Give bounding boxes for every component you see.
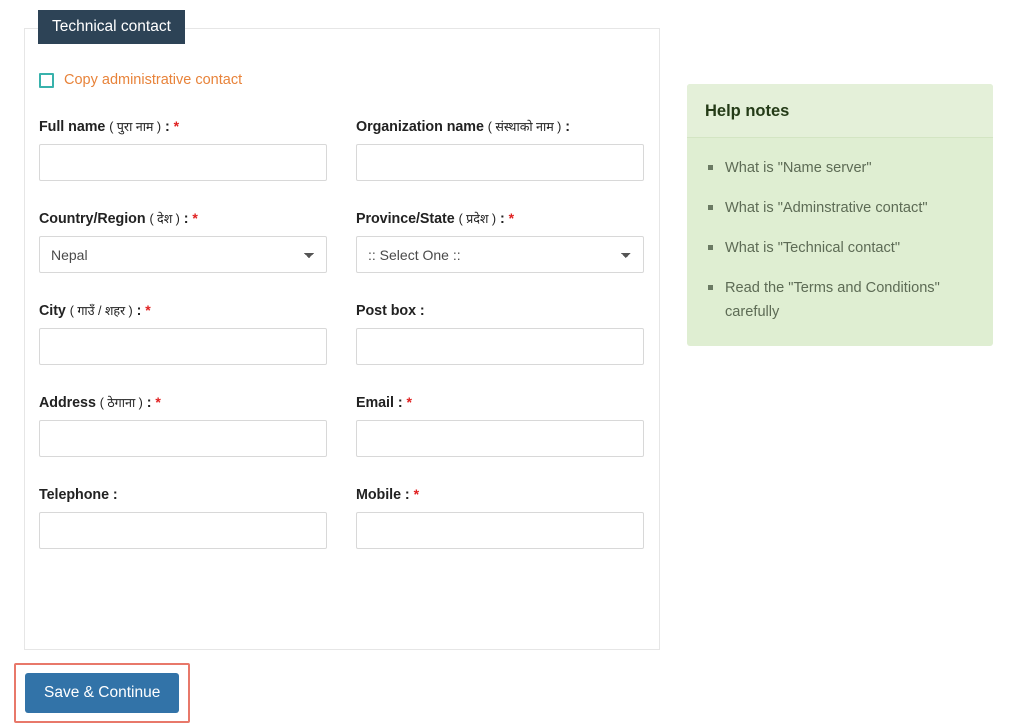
mobile-input[interactable] [356, 512, 644, 549]
full-name-required-mark: * [173, 118, 180, 134]
full-name-label: Full name ( पुरा नाम ) : * [39, 118, 327, 135]
address-label: Address ( ठेगाना ) : * [39, 394, 327, 411]
list-item[interactable]: What is "Technical contact" [707, 236, 973, 260]
province-state-label-np: ( प्रदेश ) [458, 212, 497, 226]
form-row-location: Country/Region ( देश ) : * Nepal Provinc… [39, 210, 645, 273]
city-label-en: City [39, 303, 66, 319]
address-required-mark: * [155, 394, 161, 410]
field-group-mobile: Mobile : * [356, 486, 644, 549]
organization-name-label-en: Organization name [356, 119, 484, 135]
city-label: City ( गाउँ / शहर ) : * [39, 302, 327, 319]
telephone-label-en: Telephone [39, 487, 109, 503]
email-input[interactable] [356, 420, 644, 457]
mobile-required-mark: * [413, 486, 419, 502]
page-root: Technical contact Copy administrative co… [0, 0, 1024, 725]
country-region-label-colon: : [183, 211, 189, 227]
copy-administrative-contact-checkbox[interactable] [39, 72, 54, 88]
help-notes-list: What is "Name server" What is "Adminstra… [687, 138, 993, 346]
province-state-label-colon: : [499, 211, 505, 227]
province-state-required-mark: * [508, 210, 515, 226]
field-group-email: Email : * [356, 394, 644, 457]
post-box-label-en: Post box [356, 303, 416, 319]
list-item[interactable]: Read the "Terms and Conditions" carefull… [707, 276, 973, 324]
country-region-label-en: Country/Region [39, 211, 146, 227]
post-box-label: Post box : [356, 302, 644, 319]
telephone-input[interactable] [39, 512, 327, 549]
province-state-select[interactable]: :: Select One :: [356, 236, 644, 273]
country-region-label-np: ( देश ) [149, 212, 180, 226]
city-input[interactable] [39, 328, 327, 365]
form-row-phone: Telephone : Mobile : * [39, 486, 645, 549]
field-group-post-box: Post box : [356, 302, 644, 365]
full-name-input[interactable] [39, 144, 327, 181]
country-region-label: Country/Region ( देश ) : * [39, 210, 327, 227]
help-note-text[interactable]: What is "Technical contact" [725, 240, 900, 256]
save-continue-highlight: Save & Continue [14, 663, 191, 723]
full-name-label-colon: : [164, 119, 170, 135]
field-group-full-name: Full name ( पुरा नाम ) : * [39, 118, 327, 181]
address-label-np: ( ठेगाना ) [99, 396, 143, 410]
help-notes-title: Help notes [705, 102, 790, 120]
city-required-mark: * [145, 302, 151, 318]
city-label-np: ( गाउँ / शहर ) [69, 304, 133, 318]
telephone-label: Telephone : [39, 486, 327, 503]
field-group-telephone: Telephone : [39, 486, 327, 549]
province-state-label: Province/State ( प्रदेश ) : * [356, 210, 644, 227]
email-label-en: Email [356, 395, 394, 411]
organization-name-label-np: ( संस्थाको नाम ) [487, 120, 562, 134]
help-note-text[interactable]: Read the "Terms and Conditions" carefull… [725, 280, 940, 320]
country-region-required-mark: * [192, 210, 198, 226]
list-item[interactable]: What is "Adminstrative contact" [707, 196, 973, 220]
address-input[interactable] [39, 420, 327, 457]
telephone-label-colon: : [112, 487, 118, 503]
list-item[interactable]: What is "Name server" [707, 156, 973, 180]
post-box-label-colon: : [419, 303, 425, 319]
address-label-colon: : [146, 395, 152, 411]
card-header-tab: Technical contact [38, 10, 185, 44]
mobile-label-en: Mobile [356, 487, 401, 503]
save-continue-button[interactable]: Save & Continue [25, 673, 180, 713]
email-label-colon: : [397, 395, 403, 411]
mobile-label: Mobile : * [356, 486, 644, 503]
form-row-name: Full name ( पुरा नाम ) : * Organization … [39, 118, 645, 181]
post-box-input[interactable] [356, 328, 644, 365]
field-group-country-region: Country/Region ( देश ) : * Nepal [39, 210, 327, 273]
help-notes-header: Help notes [687, 84, 993, 138]
country-region-select[interactable]: Nepal [39, 236, 327, 273]
email-label: Email : * [356, 394, 644, 411]
form-row-city: City ( गाउँ / शहर ) : * Post box : [39, 302, 645, 365]
address-label-en: Address [39, 395, 96, 411]
email-required-mark: * [406, 394, 412, 410]
field-group-province-state: Province/State ( प्रदेश ) : * :: Select … [356, 210, 644, 273]
help-note-text[interactable]: What is "Name server" [725, 160, 872, 176]
province-state-label-en: Province/State [356, 211, 455, 227]
city-label-colon: : [136, 303, 142, 319]
organization-name-input[interactable] [356, 144, 644, 181]
technical-contact-form: Copy administrative contact Full name ( … [24, 28, 660, 578]
organization-name-label-colon: : [565, 119, 570, 135]
field-group-address: Address ( ठेगाना ) : * [39, 394, 327, 457]
card-header-title: Technical contact [52, 18, 171, 35]
copy-administrative-contact-label[interactable]: Copy administrative contact [64, 72, 242, 88]
field-group-organization-name: Organization name ( संस्थाको नाम ) : [356, 118, 644, 181]
help-note-text[interactable]: What is "Adminstrative contact" [725, 200, 928, 216]
full-name-label-np: ( पुरा नाम ) [109, 120, 162, 134]
copy-administrative-contact-row[interactable]: Copy administrative contact [39, 72, 645, 88]
form-row-address: Address ( ठेगाना ) : * Email : * [39, 394, 645, 457]
full-name-label-en: Full name [39, 119, 106, 135]
organization-name-label: Organization name ( संस्थाको नाम ) : [356, 118, 644, 135]
help-notes-panel: Help notes What is "Name server" What is… [687, 84, 993, 347]
mobile-label-colon: : [404, 487, 410, 503]
field-group-city: City ( गाउँ / शहर ) : * [39, 302, 327, 365]
